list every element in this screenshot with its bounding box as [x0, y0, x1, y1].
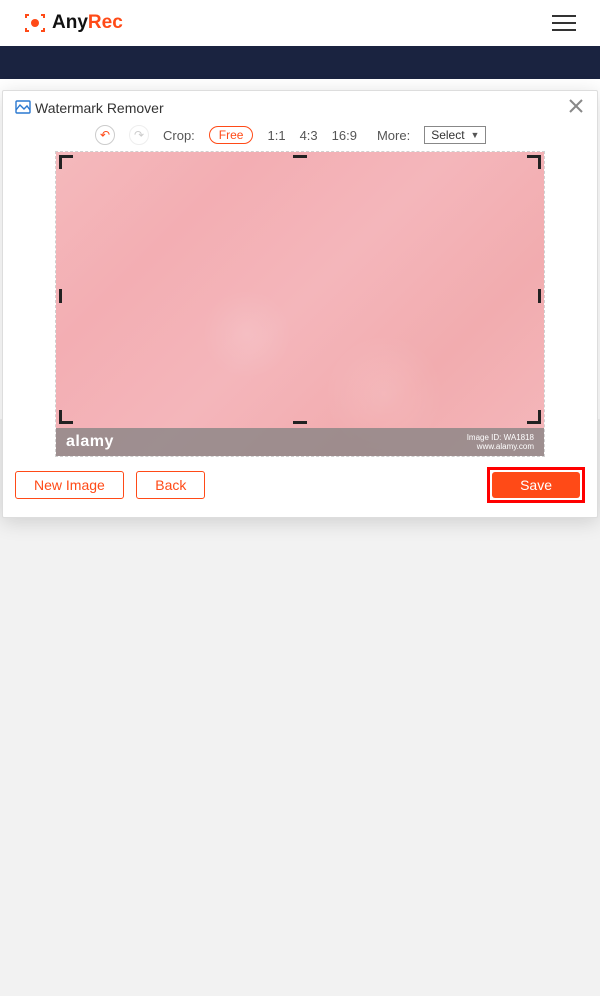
crop-handle-left[interactable]: [59, 289, 62, 303]
image-canvas[interactable]: alamy Image ID: WA1818 www.alamy.com: [56, 152, 544, 456]
stock-brand: alamy: [66, 433, 114, 451]
modal-title: Watermark Remover: [35, 100, 164, 116]
crop-ratio-1-1[interactable]: 1:1: [267, 128, 285, 143]
more-label: More:: [377, 128, 410, 143]
back-button[interactable]: Back: [136, 471, 205, 499]
crop-ratio-16-9[interactable]: 16:9: [332, 128, 357, 143]
close-icon[interactable]: [567, 97, 585, 119]
logo-icon: [24, 12, 46, 34]
chevron-down-icon: ▼: [471, 130, 480, 140]
logo-text: AnyRec: [52, 12, 123, 34]
crop-free-button[interactable]: Free: [209, 126, 254, 144]
crop-handle-bl[interactable]: [59, 410, 73, 424]
site-header: AnyRec: [0, 0, 600, 46]
stock-image-id: Image ID: WA1818: [467, 433, 534, 442]
new-image-button[interactable]: New Image: [15, 471, 124, 499]
stock-site: www.alamy.com: [467, 442, 534, 451]
save-highlight: Save: [487, 467, 585, 503]
image-tool-icon: [15, 99, 31, 118]
crop-handle-right[interactable]: [538, 289, 541, 303]
crop-handle-tl[interactable]: [59, 155, 73, 169]
modal-footer: New Image Back Save: [15, 467, 585, 503]
undo-icon[interactable]: ↶: [95, 125, 115, 145]
crop-ratio-4-3[interactable]: 4:3: [300, 128, 318, 143]
save-button[interactable]: Save: [492, 472, 580, 498]
more-select[interactable]: Select ▼: [424, 126, 486, 144]
crop-handle-top[interactable]: [293, 155, 307, 158]
menu-icon[interactable]: [552, 15, 576, 31]
preview-image: [56, 152, 544, 456]
site-logo[interactable]: AnyRec: [24, 12, 123, 34]
hero-band: [0, 46, 600, 79]
watermark-remover-modal: Watermark Remover ↶ ↷ Crop: Free 1:1 4:3…: [2, 90, 598, 518]
canvas-area: alamy Image ID: WA1818 www.alamy.com: [55, 151, 545, 457]
crop-label: Crop:: [163, 128, 195, 143]
redo-icon[interactable]: ↷: [129, 125, 149, 145]
crop-toolbar: ↶ ↷ Crop: Free 1:1 4:3 16:9 More: Select…: [95, 125, 585, 145]
crop-handle-bottom[interactable]: [293, 421, 307, 424]
more-select-value: Select: [431, 128, 464, 142]
crop-handle-br[interactable]: [527, 410, 541, 424]
crop-handle-tr[interactable]: [527, 155, 541, 169]
stock-watermark-bar: alamy Image ID: WA1818 www.alamy.com: [56, 428, 544, 456]
